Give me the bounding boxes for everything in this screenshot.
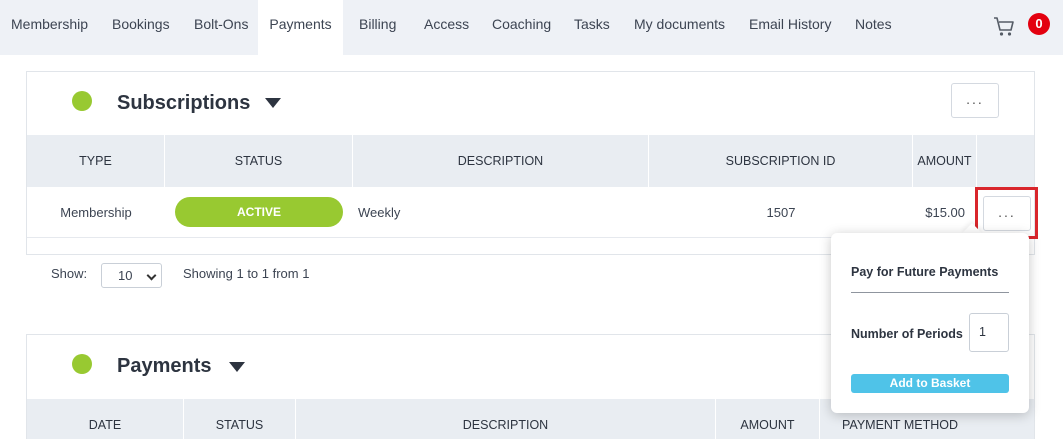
cart-icon[interactable]	[993, 15, 1015, 37]
cell-subscription-id: 1507	[766, 205, 796, 220]
page-size-value: 10	[118, 268, 133, 283]
tab-email-history[interactable]: Email History	[749, 0, 831, 55]
row-more-button[interactable]: ...	[983, 196, 1031, 231]
add-to-basket-button[interactable]: Add to Basket	[851, 374, 1009, 393]
column-header-status[interactable]: STATUS	[184, 399, 296, 439]
cart-count-badge[interactable]: 0	[1028, 13, 1050, 35]
tab-my-documents[interactable]: My documents	[634, 0, 725, 55]
tab-notes[interactable]: Notes	[855, 0, 892, 55]
subscriptions-card: Subscriptions ... TYPE STATUS DESCRIPTIO…	[26, 71, 1035, 255]
subscriptions-more-button[interactable]: ...	[951, 83, 999, 118]
show-label: Show:	[51, 266, 88, 281]
page-size-select[interactable]: 10	[101, 263, 162, 288]
subscriptions-header: Subscriptions ...	[27, 72, 1034, 134]
column-header-description[interactable]: DESCRIPTION	[296, 399, 716, 439]
subscriptions-table-header: TYPE STATUS DESCRIPTION SUBSCRIPTION ID …	[27, 135, 1034, 187]
future-payments-popup: Pay for Future Payments Number of Period…	[831, 233, 1029, 413]
tab-membership[interactable]: Membership	[11, 0, 88, 55]
status-badge: ACTIVE	[175, 197, 343, 227]
column-header-status[interactable]: STATUS	[165, 135, 353, 187]
caret-down-icon[interactable]	[229, 362, 245, 372]
chevron-down-icon	[146, 270, 157, 281]
column-header-description[interactable]: DESCRIPTION	[353, 135, 649, 187]
status-dot-icon	[72, 91, 92, 111]
tab-tasks[interactable]: Tasks	[574, 0, 610, 55]
number-of-periods-input[interactable]: 1	[969, 313, 1009, 352]
column-header-type[interactable]: TYPE	[27, 135, 165, 187]
column-header-subscription-id[interactable]: SUBSCRIPTION ID	[649, 135, 913, 187]
periods-label: Number of Periods	[851, 327, 963, 341]
column-header-date[interactable]: DATE	[27, 399, 184, 439]
caret-down-icon[interactable]	[265, 98, 281, 108]
subscriptions-title: Subscriptions	[117, 92, 251, 114]
tab-access[interactable]: Access	[424, 0, 469, 55]
table-row: Membership ACTIVE Weekly 1507 $15.00 ...	[27, 187, 1034, 238]
showing-count-text: Showing 1 to 1 from 1	[183, 266, 310, 281]
payments-title: Payments	[117, 355, 212, 377]
popup-title: Pay for Future Payments	[851, 265, 999, 279]
tab-bar: Membership Bookings Bolt-Ons Payments Bi…	[0, 0, 1063, 55]
tab-payments[interactable]: Payments	[258, 0, 343, 55]
tab-bolt-ons[interactable]: Bolt-Ons	[194, 0, 248, 55]
column-header-amount[interactable]: AMOUNT	[716, 399, 820, 439]
column-header-actions	[977, 135, 1034, 187]
status-dot-icon	[72, 354, 92, 374]
column-header-amount[interactable]: AMOUNT	[913, 135, 977, 187]
cell-amount: $15.00	[925, 205, 965, 220]
popup-divider	[851, 292, 1009, 293]
cell-type: Membership	[60, 205, 132, 220]
cell-description: Weekly	[358, 205, 401, 220]
tab-billing[interactable]: Billing	[359, 0, 396, 55]
tab-bookings[interactable]: Bookings	[112, 0, 170, 55]
tab-coaching[interactable]: Coaching	[492, 0, 551, 55]
